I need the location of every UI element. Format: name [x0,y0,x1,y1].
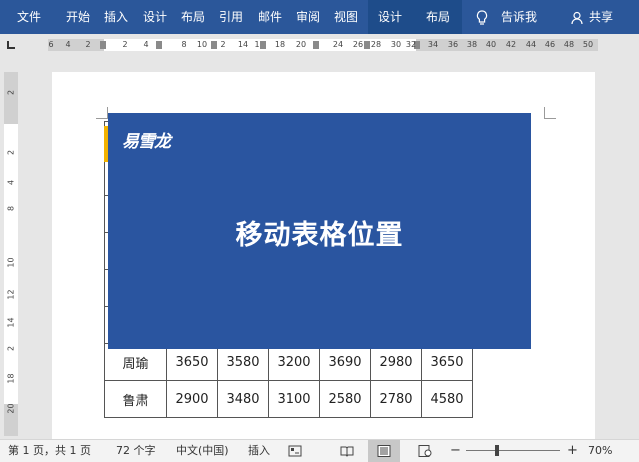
table-cell[interactable]: 3100 [268,380,320,418]
macro-record-icon[interactable] [288,440,302,462]
table-cell[interactable]: 4580 [421,380,473,418]
share-button[interactable]: 共享 [589,0,613,34]
ruler-tick: 34 [427,40,439,49]
column-marker[interactable] [260,41,266,49]
word-count[interactable]: 72 个字 [116,440,156,462]
ribbon-tab-bar: 文件 开始 插入 设计 布局 引用 邮件 审阅 视图 设计 布局 告诉我 共享 [0,0,639,34]
tab-references[interactable]: 引用 [219,0,243,34]
ruler-tick: 20 [6,403,16,414]
ruler-tick: 20 [295,40,307,49]
person-add-icon[interactable] [571,0,585,34]
tab-table-design[interactable]: 设计 [378,0,402,34]
table-cell[interactable]: 3200 [268,343,320,381]
tab-insert[interactable]: 插入 [104,0,128,34]
ruler-tick: 6 [48,40,54,49]
table-row: 鲁肃 2900 3480 3100 2580 2780 4580 [104,380,473,418]
table-cell[interactable]: 2900 [166,380,218,418]
ruler-tick: 30 [390,40,402,49]
crop-mark [96,107,108,119]
tab-mailings[interactable]: 邮件 [258,0,282,34]
ruler-tick: 2 [122,40,128,49]
tab-file[interactable]: 文件 [17,0,41,34]
brand-logo: 易雪龙 [122,132,171,152]
ruler-tick: 40 [485,40,497,49]
insert-mode[interactable]: 插入 [248,440,270,462]
ruler-tick: 50 [582,40,594,49]
table-cell[interactable]: 2780 [370,380,422,418]
page-count[interactable]: 第 1 页，共 1 页 [8,440,91,462]
print-layout-icon[interactable] [377,440,391,462]
ruler-tick: 44 [525,40,537,49]
zoom-level[interactable]: 70% [588,440,612,462]
ruler-tick: 38 [466,40,478,49]
lightbulb-icon[interactable] [476,0,488,34]
ruler-tick: 48 [563,40,575,49]
tab-view[interactable]: 视图 [334,0,358,34]
ruler-tick: 2 [6,345,16,352]
ruler-tick: 10 [196,40,208,49]
table-name-cell[interactable]: 鲁肃 [104,380,167,418]
tab-layout[interactable]: 布局 [181,0,205,34]
zoom-slider[interactable] [466,450,560,451]
table-cell[interactable]: 3580 [217,343,269,381]
ruler-tick: 4 [65,40,71,49]
zoom-slider-thumb[interactable] [495,445,499,456]
ruler-tick: 28 [370,40,382,49]
table-name-cell[interactable]: 周瑜 [104,343,167,381]
read-mode-icon[interactable] [340,440,354,462]
tab-design[interactable]: 设计 [143,0,167,34]
ruler-tick: 42 [505,40,517,49]
ruler-tick: 2 [85,40,91,49]
column-marker[interactable] [364,41,370,49]
table-cell[interactable]: 3480 [217,380,269,418]
column-marker[interactable] [156,41,162,49]
web-layout-icon[interactable] [418,440,432,462]
ruler-tick: 18 [274,40,286,49]
ruler-tick: 2 [220,40,226,49]
ruler-tick: 12 [6,289,16,300]
ruler-tick: 14 [6,317,16,328]
language-indicator[interactable]: 中文(中国) [176,440,229,462]
status-bar: 第 1 页，共 1 页 72 个字 中文(中国) 插入 − + 70% [0,439,639,462]
table-cell[interactable]: 2980 [370,343,422,381]
ruler-tick: 4 [143,40,149,49]
tab-table-layout[interactable]: 布局 [426,0,450,34]
ruler-tick: 4 [6,179,16,186]
ruler-tick: 26 [352,40,364,49]
title-banner-image[interactable]: 易雪龙 移动表格位置 [108,113,531,349]
column-marker[interactable] [313,41,319,49]
table-row: 周瑜 3650 3580 3200 3690 2980 3650 [104,343,473,381]
ruler-tick: 18 [6,373,16,384]
table-cell[interactable]: 2580 [319,380,371,418]
zoom-in-button[interactable]: + [567,440,578,462]
ruler-tick: 10 [6,257,16,268]
tell-me-label[interactable]: 告诉我 [501,0,537,34]
tab-review[interactable]: 审阅 [296,0,320,34]
crop-mark [544,107,556,119]
ruler-tick: 14 [237,40,249,49]
zoom-out-button[interactable]: − [450,440,461,462]
ruler-tick: 2 [6,89,16,96]
vertical-ruler[interactable]: 2 2 4 8 10 12 14 2 18 20 [4,72,18,436]
ruler-tick: 2 [6,149,16,156]
table-cell[interactable]: 3690 [319,343,371,381]
ruler-tick: 46 [544,40,556,49]
table-cell[interactable]: 3650 [166,343,218,381]
table-cell[interactable]: 3650 [421,343,473,381]
tab-home[interactable]: 开始 [66,0,90,34]
ruler-tick: 24 [332,40,344,49]
ruler-tick: 32 [405,40,417,49]
ruler-tick: 36 [447,40,459,49]
ruler-tick: 8 [6,205,16,212]
column-marker[interactable] [211,41,217,49]
ruler-tick: 1 [254,40,260,49]
word-window: 文件 开始 插入 设计 布局 引用 邮件 审阅 视图 设计 布局 告诉我 共享 [0,0,639,462]
horizontal-ruler[interactable]: 6 4 2 2 4 8 10 2 14 1 18 20 24 26 28 30 … [48,39,598,51]
ruler-tick: 8 [181,40,187,49]
horizontal-ruler-row: 6 4 2 2 4 8 10 2 14 1 18 20 24 26 28 30 … [0,34,639,56]
banner-headline: 移动表格位置 [235,220,404,251]
tab-selector-icon[interactable] [6,40,16,50]
left-indent-marker[interactable] [100,41,106,49]
